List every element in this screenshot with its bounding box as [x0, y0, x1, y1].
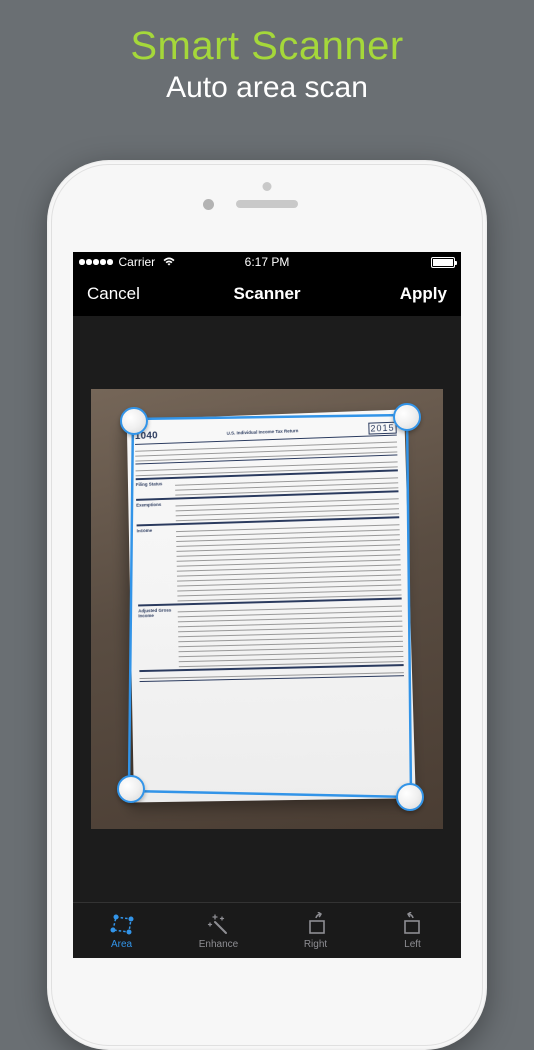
form-title: U.S. Individual Income Tax Return: [227, 428, 299, 436]
signal-strength-icon: [79, 259, 113, 265]
rotate-right-icon: [303, 911, 329, 937]
phone-screen: Carrier 6:17 PM Cancel Scanner Apply: [73, 252, 461, 958]
scanned-document: 1040 U.S. Individual Income Tax Return 2…: [127, 409, 416, 802]
screen-title: Scanner: [233, 284, 300, 304]
wifi-icon: [162, 255, 176, 269]
scan-viewport: 1040 U.S. Individual Income Tax Return 2…: [73, 316, 461, 902]
form-number: 1040: [135, 430, 158, 442]
tool-enhance-label: Enhance: [199, 939, 238, 950]
phone-camera: [203, 199, 214, 210]
magic-wand-icon: [206, 911, 232, 937]
battery-icon: [431, 257, 455, 268]
promo-subtitle: Auto area scan: [0, 71, 534, 105]
phone-device-frame: Carrier 6:17 PM Cancel Scanner Apply: [47, 160, 487, 1050]
section-filing: Filing Status: [136, 481, 176, 497]
tool-area-label: Area: [111, 939, 132, 950]
section-income: Income: [137, 527, 178, 602]
apply-button[interactable]: Apply: [377, 284, 447, 304]
status-left: Carrier: [79, 255, 176, 269]
form-year: 2015: [368, 422, 396, 433]
navigation-bar: Cancel Scanner Apply: [73, 272, 461, 316]
rotate-left-icon: [400, 911, 426, 937]
camera-preview[interactable]: 1040 U.S. Individual Income Tax Return 2…: [91, 389, 443, 829]
tool-left-label: Left: [404, 939, 421, 950]
cancel-button[interactable]: Cancel: [87, 284, 157, 304]
status-bar: Carrier 6:17 PM: [73, 252, 461, 272]
promo-title: Smart Scanner: [0, 24, 534, 69]
phone-sensor: [263, 182, 272, 191]
section-adjusted: Adjusted Gross Income: [138, 607, 179, 668]
tool-right-label: Right: [304, 939, 327, 950]
status-time: 6:17 PM: [245, 255, 290, 269]
section-exemptions: Exemptions: [136, 502, 176, 523]
promo-header: Smart Scanner Auto area scan: [0, 0, 534, 105]
area-icon: [109, 911, 135, 937]
carrier-label: Carrier: [119, 255, 156, 269]
status-right: [431, 257, 455, 268]
phone-speaker: [236, 200, 298, 208]
